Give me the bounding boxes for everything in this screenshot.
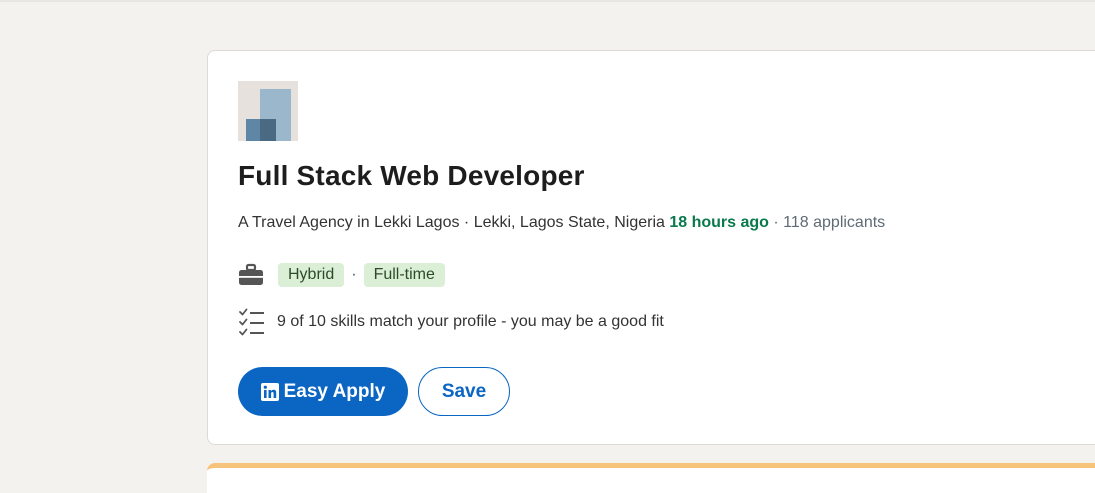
- top-divider: [0, 0, 1095, 2]
- workplace-type-badge: Hybrid: [278, 263, 345, 287]
- easy-apply-label: Easy Apply: [283, 380, 386, 402]
- save-button[interactable]: Save: [418, 367, 510, 416]
- save-label: Save: [441, 380, 487, 402]
- posted-time: 18 hours ago: [669, 214, 769, 231]
- applicant-count: · 118 applicants: [773, 214, 886, 231]
- employment-type-badge: Full-time: [363, 263, 445, 287]
- job-title[interactable]: Full Stack Web Developer: [238, 160, 585, 192]
- easy-apply-button[interactable]: Easy Apply: [238, 367, 408, 416]
- briefcase-icon: [239, 263, 263, 285]
- skills-match-row[interactable]: 9 of 10 skills match your profile - you …: [238, 307, 664, 337]
- next-card-top: [207, 463, 1095, 493]
- checklist-icon: [239, 308, 264, 336]
- job-subtitle: A Travel Agency in Lekki Lagos · Lekki, …: [238, 214, 885, 232]
- job-type-row: Hybrid · Full-time: [238, 263, 445, 287]
- job-details-card: Full Stack Web Developer A Travel Agency…: [207, 50, 1095, 445]
- company-location: A Travel Agency in Lekki Lagos · Lekki, …: [238, 214, 665, 231]
- skills-match-text: 9 of 10 skills match your profile - you …: [277, 313, 664, 330]
- linkedin-icon: [260, 382, 279, 401]
- tag-separator: ·: [351, 266, 357, 283]
- company-logo[interactable]: [238, 81, 298, 141]
